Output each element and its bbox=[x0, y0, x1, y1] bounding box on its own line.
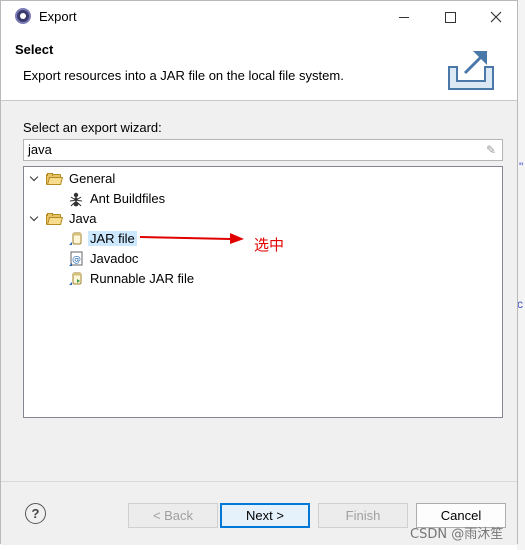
annotation-arrow bbox=[139, 233, 244, 244]
watermark: CSDN @雨沐笙 bbox=[410, 527, 504, 542]
ant-icon bbox=[69, 192, 83, 206]
tree-item-general[interactable]: General bbox=[30, 169, 117, 188]
tree-item-jar-file[interactable]: JAR file bbox=[68, 229, 137, 248]
folder-icon bbox=[46, 172, 64, 185]
title-bar: Export bbox=[1, 1, 517, 33]
annotation-label: 选中 bbox=[254, 236, 285, 254]
help-button[interactable]: ? bbox=[25, 503, 46, 524]
tree-item-runnable-jar[interactable]: Runnable JAR file bbox=[68, 269, 196, 288]
finish-button[interactable]: Finish bbox=[318, 503, 408, 528]
maximize-icon bbox=[444, 11, 456, 23]
filter-text: java bbox=[28, 142, 52, 157]
wizard-list-label: Select an export wizard: bbox=[23, 120, 162, 135]
javadoc-icon: @ bbox=[69, 251, 83, 266]
back-button[interactable]: < Back bbox=[128, 503, 218, 528]
tree-item-label: Runnable JAR file bbox=[90, 271, 195, 286]
wizard-filter-input[interactable]: java ✎ bbox=[23, 139, 503, 161]
minimize-button[interactable] bbox=[381, 1, 427, 33]
jar-file-icon bbox=[69, 232, 82, 245]
wizard-tree[interactable]: General Ant Buildfiles Java JAR file @ J… bbox=[23, 166, 503, 418]
close-icon bbox=[490, 11, 502, 23]
svg-text:@: @ bbox=[72, 255, 81, 265]
minimize-icon bbox=[399, 16, 409, 18]
tree-item-label: JAR file bbox=[88, 231, 137, 246]
tree-item-ant-buildfiles[interactable]: Ant Buildfiles bbox=[68, 189, 167, 208]
tree-item-label: Java bbox=[69, 211, 97, 226]
export-wizard-icon bbox=[448, 51, 494, 90]
tree-item-label: General bbox=[69, 171, 116, 186]
window-title: Export bbox=[39, 9, 77, 24]
background-editor-edge bbox=[517, 0, 525, 550]
export-dialog: Export Select Export resources into a JA… bbox=[0, 0, 518, 545]
page-title: Select bbox=[15, 42, 54, 57]
expand-chevron-icon[interactable] bbox=[30, 214, 40, 224]
tree-item-javadoc[interactable]: @ Javadoc bbox=[68, 249, 140, 268]
clear-filter-icon[interactable]: ✎ bbox=[484, 143, 498, 157]
tree-item-java[interactable]: Java bbox=[30, 209, 98, 228]
wizard-body: Select an export wizard: java ✎ General … bbox=[1, 101, 517, 481]
tree-item-label: Ant Buildfiles bbox=[90, 191, 166, 206]
expand-chevron-icon[interactable] bbox=[30, 174, 40, 184]
help-icon: ? bbox=[31, 506, 40, 521]
maximize-button[interactable] bbox=[427, 1, 473, 33]
tree-item-label: Javadoc bbox=[90, 251, 139, 266]
page-description: Export resources into a JAR file on the … bbox=[23, 68, 344, 83]
next-button[interactable]: Next > bbox=[220, 503, 310, 528]
background-code-fragment: " bbox=[519, 160, 524, 174]
runnable-jar-icon bbox=[69, 272, 82, 285]
close-button[interactable] bbox=[473, 1, 519, 33]
folder-icon bbox=[46, 212, 64, 225]
eclipse-app-icon bbox=[15, 8, 31, 24]
wizard-banner: Select Export resources into a JAR file … bbox=[1, 33, 517, 101]
